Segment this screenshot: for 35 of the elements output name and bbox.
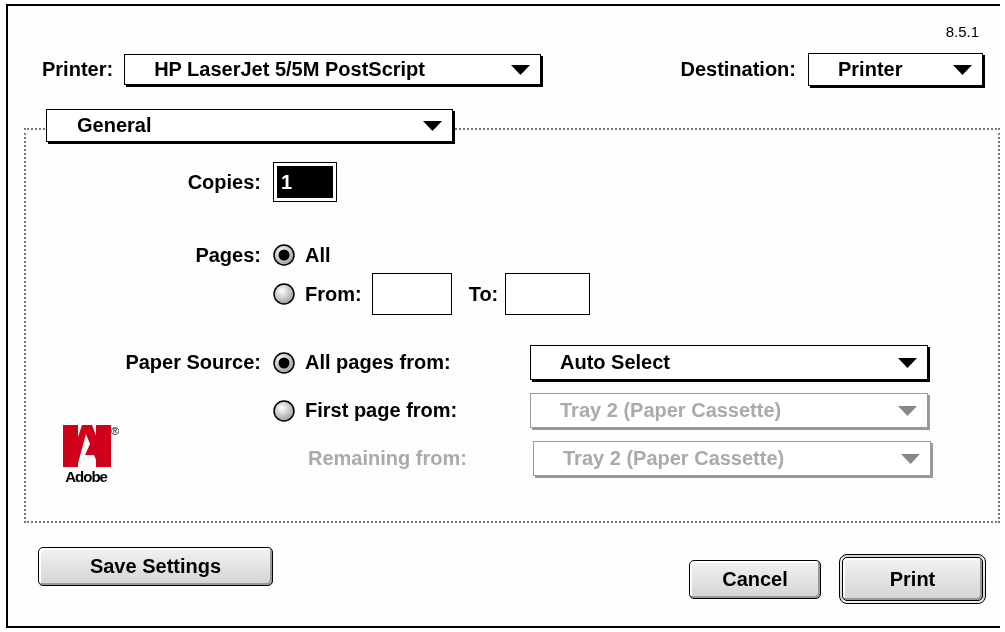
to-field[interactable] bbox=[505, 273, 591, 315]
radio-button[interactable] bbox=[273, 351, 295, 374]
triangle-icon bbox=[511, 64, 531, 75]
registered-mark: ® bbox=[111, 425, 120, 437]
pages-label: Pages: bbox=[194, 243, 262, 267]
paper-source-label: Paper Source: bbox=[124, 351, 262, 374]
triangle-icon bbox=[901, 453, 920, 464]
option-label: Remaining from: bbox=[308, 447, 468, 470]
printer-label: Printer: bbox=[42, 58, 114, 81]
popup-menu[interactable]: HP LaserJet 5/5M PostScript bbox=[124, 54, 542, 85]
triangle-icon bbox=[898, 357, 917, 368]
logo-text: Adobe bbox=[65, 468, 107, 485]
button[interactable]: Save Settings bbox=[38, 547, 273, 586]
radio-button[interactable] bbox=[273, 244, 295, 266]
triangle-icon bbox=[898, 405, 917, 416]
option-label: All pages from: bbox=[305, 351, 452, 374]
from-field[interactable] bbox=[371, 273, 452, 315]
to-label: To: bbox=[468, 282, 499, 306]
button[interactable]: Cancel bbox=[689, 560, 821, 599]
logo-icon bbox=[63, 425, 111, 467]
default-button[interactable]: Print bbox=[839, 554, 986, 604]
version-number: 8.5.1 bbox=[945, 23, 979, 42]
triangle-icon bbox=[953, 64, 972, 75]
option-label: All bbox=[305, 243, 331, 267]
copies-label: Copies: bbox=[186, 170, 262, 194]
option-label: From: bbox=[305, 282, 362, 306]
copies-field[interactable]: 1 bbox=[273, 162, 337, 202]
popup-menu[interactable]: Auto Select bbox=[530, 345, 928, 380]
popup-menu[interactable]: Printer bbox=[808, 53, 983, 86]
radio-button[interactable] bbox=[273, 283, 295, 305]
option-label: First page from: bbox=[305, 399, 459, 422]
destination-label: Destination: bbox=[680, 58, 796, 81]
popup-menu[interactable]: General bbox=[46, 109, 453, 142]
radio-button[interactable] bbox=[273, 399, 295, 422]
triangle-icon bbox=[423, 120, 442, 131]
